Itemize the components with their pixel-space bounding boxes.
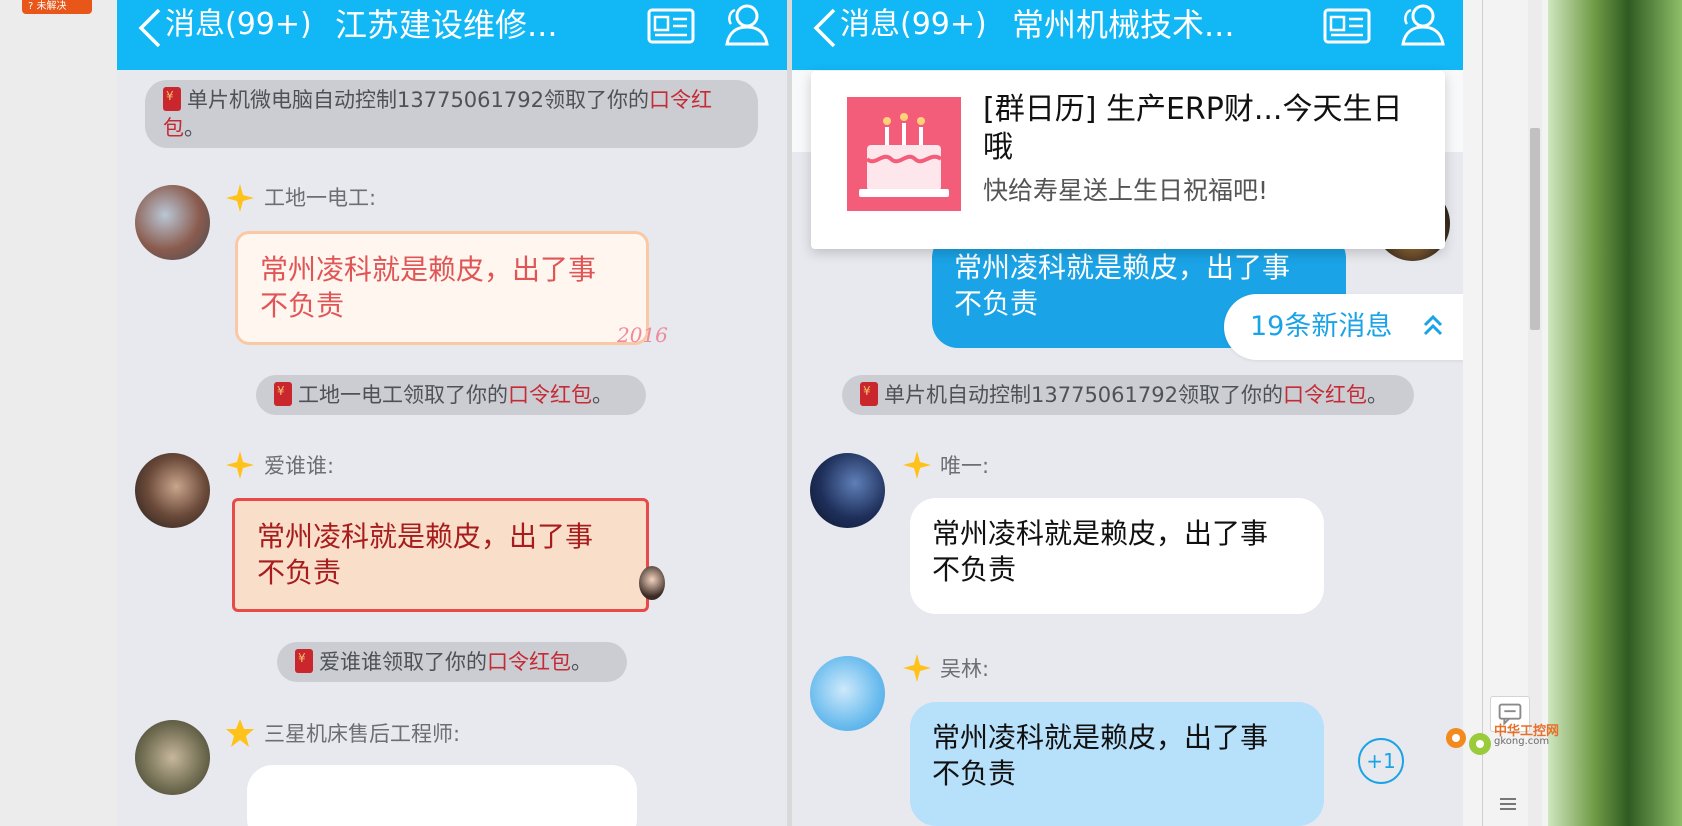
message-bubble[interactable]: 常州凌科就是赖皮，出了事 不负责 [235, 231, 649, 345]
red-packet-link[interactable]: 口令红包 [508, 383, 592, 407]
list-icon[interactable] [1498, 794, 1518, 814]
vip-star-icon [903, 654, 931, 682]
message-bubble[interactable] [247, 765, 637, 826]
vip-star-icon [226, 451, 254, 479]
message-text-line: 常州凌科就是赖皮，出了事 [932, 721, 1269, 754]
new-messages-button[interactable]: 19条新消息 [1224, 294, 1463, 360]
sender-name: 唯一: [940, 454, 990, 478]
message-text-line: 不负责 [932, 757, 1017, 790]
red-packet-icon [163, 87, 181, 111]
unresolved-badge[interactable]: ? 未解决 [22, 0, 92, 14]
red-packet-icon [274, 382, 292, 406]
chevron-left-icon[interactable] [810, 6, 840, 50]
right-titlebar: 消息(99+) 常州机械技术... [792, 0, 1463, 70]
birthday-notification[interactable]: [群日历] 生产ERP财...今天生日哦 快给寿星送上生日祝福吧! [811, 71, 1445, 249]
notice-text: 工地一电工领取了你的 [298, 383, 508, 407]
sender-name: 工地一电工: [264, 186, 377, 210]
contact-card-icon[interactable] [647, 8, 695, 44]
red-packet-icon [860, 382, 878, 406]
page-left-margin [0, 0, 117, 826]
chat-title: 江苏建设维修... [335, 6, 558, 44]
vip-star-icon [226, 719, 254, 747]
message-bubble[interactable]: 常州凌科就是赖皮，出了事 不负责 [910, 702, 1324, 826]
message-text-line: 常州凌科就是赖皮，出了事 [257, 520, 594, 553]
message-bubble[interactable]: 常州凌科就是赖皮，出了事 不负责 [910, 498, 1324, 614]
notification-title: [群日历] 生产ERP财...今天生日哦 [983, 92, 1403, 165]
red-packet-notice: 单片机自动控制13775061792领取了你的口令红包。 [842, 375, 1414, 415]
message-text-line: 不负责 [260, 289, 345, 322]
notice-text: 单片机自动控制13775061792领取了你的 [884, 383, 1283, 407]
notice-text: 单片机微电脑自动控制13775061792领取了你的 [187, 88, 649, 112]
notice-suffix: 。 [571, 650, 592, 674]
back-button[interactable]: 消息(99+) [840, 2, 987, 48]
message-text-line: 常州凌科就是赖皮，出了事 [932, 517, 1269, 550]
message-text-line: 常州凌科就是赖皮，出了事 [954, 251, 1291, 284]
content-border [1482, 0, 1483, 826]
left-titlebar: 消息(99+) 江苏建设维修... [117, 0, 787, 70]
red-packet-notice: 工地一电工领取了你的口令红包。 [256, 375, 646, 415]
message-bubble[interactable]: 常州凌科就是赖皮，出了事 不负责 [232, 498, 649, 612]
notice-suffix: 。 [592, 383, 613, 407]
red-packet-notice: 单片机微电脑自动控制13775061792领取了你的口令红包。 [145, 80, 758, 148]
left-chat-screen: 消息(99+) 江苏建设维修... 单片机微电脑自动控制13775061792领… [117, 0, 787, 826]
notification-subtitle: 快给寿星送上生日祝福吧! [983, 176, 1269, 205]
chat-title: 常州机械技术... [1012, 6, 1235, 44]
avatar[interactable] [810, 453, 885, 528]
red-packet-link[interactable]: 口令红包 [1283, 383, 1367, 407]
scrollbar[interactable] [1528, 0, 1542, 826]
notice-text: 爱谁谁领取了你的 [319, 650, 487, 674]
notice-suffix: 。 [1366, 383, 1388, 407]
sender-name: 吴林: [940, 657, 990, 681]
group-members-icon[interactable] [1395, 2, 1447, 48]
watermark-url: gkong.com [1494, 736, 1550, 747]
message-text-line: 不负责 [932, 553, 1017, 586]
birthday-cake-icon [847, 97, 961, 211]
right-chat-screen: 消息(99+) 常州机械技术... 常州凌科就是赖皮，出了事 不负责 [群日历]… [792, 0, 1463, 826]
message-text-line: 不负责 [257, 556, 342, 589]
message-text-line: 常州凌科就是赖皮，出了事 [260, 253, 597, 286]
bubble-sticker [639, 566, 665, 600]
new-messages-label: 19条新消息 [1250, 311, 1393, 342]
red-packet-link[interactable]: 口令红包 [487, 650, 571, 674]
back-button[interactable]: 消息(99+) [165, 2, 312, 48]
background-image [1548, 0, 1682, 826]
sender-name: 爱谁谁: [264, 454, 335, 478]
bubble-sticker-text: 2016 [617, 323, 668, 347]
vip-star-icon [903, 451, 931, 479]
group-members-icon[interactable] [719, 2, 771, 48]
avatar[interactable] [135, 185, 210, 260]
chevron-left-icon[interactable] [135, 6, 165, 50]
avatar[interactable] [810, 656, 885, 731]
notice-suffix: 。 [184, 116, 205, 140]
avatar[interactable] [135, 720, 210, 795]
red-packet-notice: 爱谁谁领取了你的口令红包。 [277, 642, 627, 682]
scrollbar-thumb[interactable] [1530, 128, 1540, 330]
contact-card-icon[interactable] [1323, 8, 1371, 44]
plus-one-button[interactable]: +1 [1358, 738, 1404, 784]
vip-star-icon [226, 184, 254, 212]
sender-name: 三星机床售后工程师: [264, 722, 461, 746]
chevron-up-icon [1423, 314, 1443, 336]
red-packet-icon [295, 649, 313, 673]
avatar[interactable] [135, 453, 210, 528]
